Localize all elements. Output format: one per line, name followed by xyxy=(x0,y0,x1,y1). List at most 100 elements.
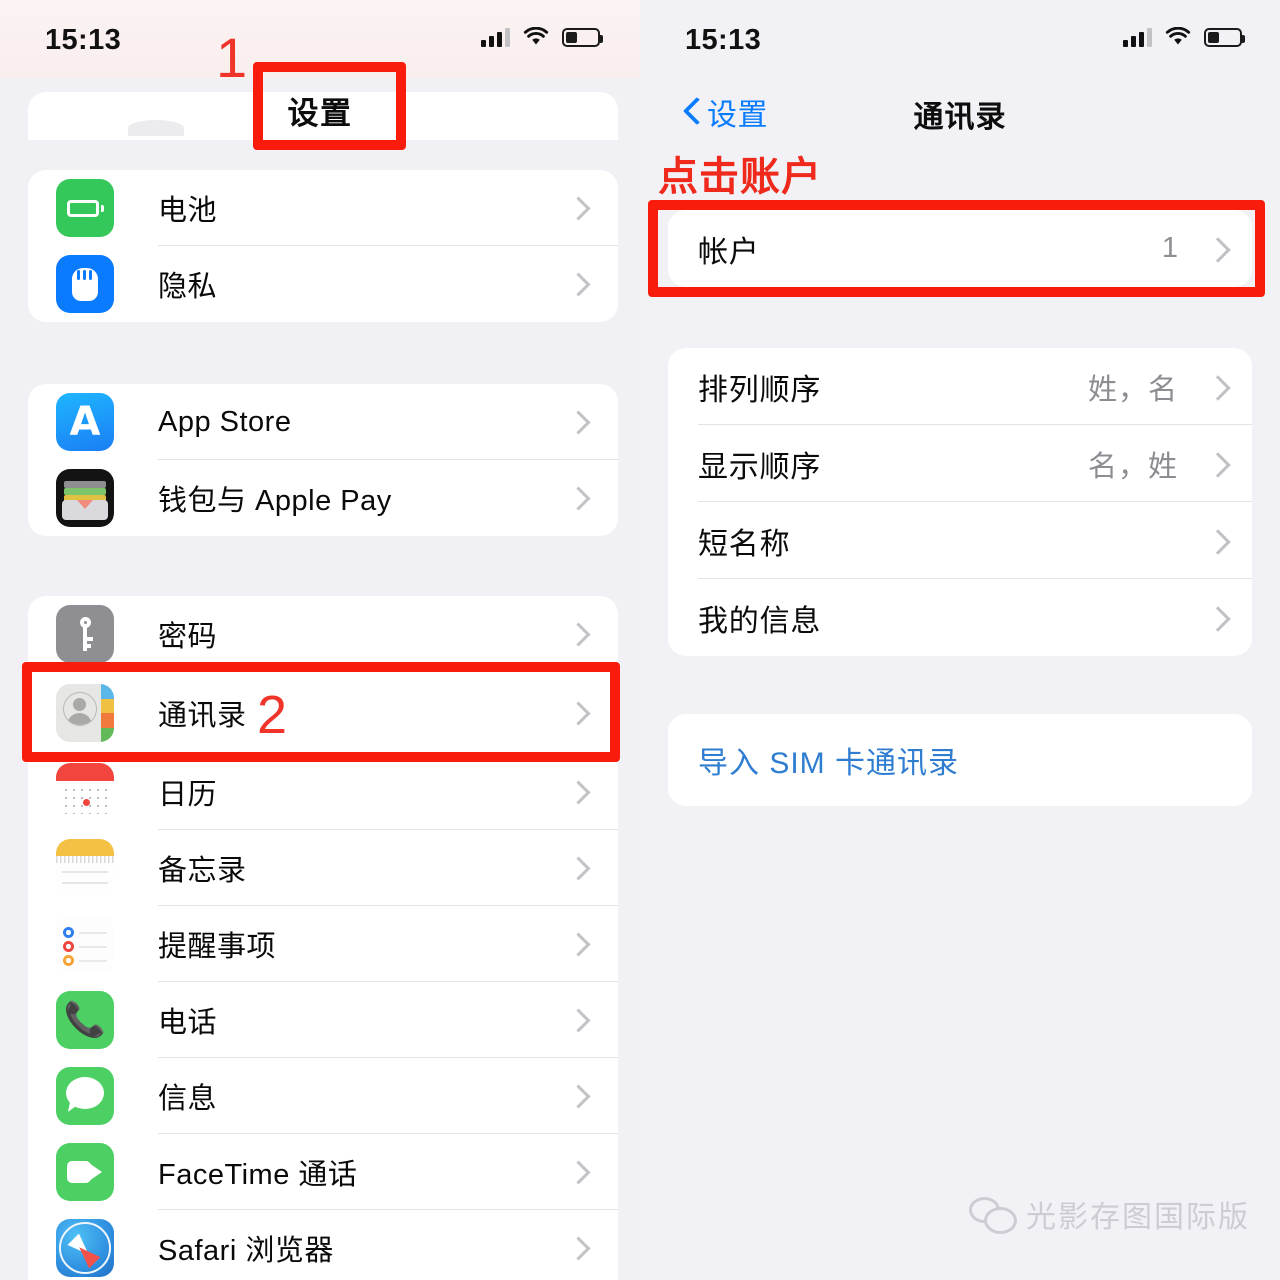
row-label: Safari 浏览器 xyxy=(158,1235,334,1267)
row-label: FaceTime 通话 xyxy=(158,1159,358,1191)
name-order-card: 排列顺序 姓，名 显示顺序 名，姓 短名称 我的信息 xyxy=(668,348,1252,656)
row-label: 钱包与 Apple Pay xyxy=(158,485,392,517)
settings-row-facetime[interactable]: FaceTime 通话 xyxy=(28,1134,618,1210)
contacts-icon xyxy=(56,684,114,742)
settings-row-sort-order[interactable]: 排列顺序 姓，名 xyxy=(668,348,1252,425)
right-phone-panel: 15:13 设置 通讯录 点击账户 帐户 1 排列顺序 姓，名 显示顺序 名，姓… xyxy=(640,0,1280,1280)
watermark: 光影存图国际版 xyxy=(969,1192,1250,1236)
status-clock: 15:13 xyxy=(45,24,122,56)
settings-row-privacy[interactable]: 隐私 xyxy=(28,246,618,322)
chevron-right-icon xyxy=(570,411,584,433)
chevron-right-icon xyxy=(570,1085,584,1107)
chevron-right-icon xyxy=(570,273,584,295)
watermark-text: 光影存图国际版 xyxy=(1026,1201,1250,1234)
calendar-icon xyxy=(56,763,114,821)
facetime-icon xyxy=(56,1143,114,1201)
row-label: 电池 xyxy=(158,195,218,227)
messages-icon xyxy=(56,1067,114,1125)
settings-group-apps: 密码 通讯录 日历 备忘录 提醒事项 📞 电话 信息 FaceTime 通话 S… xyxy=(28,596,618,1280)
chevron-right-icon xyxy=(1209,529,1224,553)
reminders-icon xyxy=(56,915,114,973)
settings-row-app-store[interactable]: A App Store xyxy=(28,384,618,460)
chevron-right-icon xyxy=(570,197,584,219)
chevron-right-icon xyxy=(1209,452,1224,476)
safari-icon xyxy=(56,1219,114,1277)
chevron-right-icon xyxy=(570,487,584,509)
settings-row-contacts[interactable]: 通讯录 xyxy=(28,672,618,754)
row-label: 帐户 xyxy=(698,235,760,269)
accounts-count: 1 xyxy=(1161,232,1178,264)
wifi-icon xyxy=(1165,26,1191,47)
annotation-step-1: 1 xyxy=(216,26,248,89)
privacy-hand-icon xyxy=(56,255,114,313)
right-status-bar: 15:13 xyxy=(640,0,1280,78)
import-sim-contacts-button[interactable]: 导入 SIM 卡通讯录 xyxy=(668,714,1252,806)
chevron-right-icon xyxy=(570,933,584,955)
settings-row-wallet[interactable]: 钱包与 Apple Pay xyxy=(28,460,618,536)
battery-icon xyxy=(1204,27,1245,47)
row-label: 日历 xyxy=(158,779,218,811)
wallet-icon xyxy=(56,469,114,527)
chevron-right-icon xyxy=(570,781,584,803)
import-sim-label: 导入 SIM 卡通讯录 xyxy=(698,747,960,780)
left-status-bar: 15:13 xyxy=(0,0,640,78)
settings-row-short-name[interactable]: 短名称 xyxy=(668,502,1252,579)
cellular-bars-icon xyxy=(1123,27,1152,47)
status-icon-group xyxy=(481,26,603,47)
row-label: 隐私 xyxy=(158,271,218,303)
row-value: 名，姓 xyxy=(1087,450,1178,483)
chevron-right-icon xyxy=(570,857,584,879)
status-clock: 15:13 xyxy=(685,24,762,56)
battery-app-icon xyxy=(56,179,114,237)
app-store-icon: A xyxy=(56,393,114,451)
chevron-right-icon xyxy=(570,1009,584,1031)
import-sim-card: 导入 SIM 卡通讯录 xyxy=(668,714,1252,806)
wechat-bubbles-icon xyxy=(969,1197,1017,1234)
row-label: 密码 xyxy=(158,621,218,653)
passwords-key-icon xyxy=(56,605,114,663)
row-label: 信息 xyxy=(158,1083,218,1115)
nav-bar: 设置 通讯录 xyxy=(640,78,1280,148)
page-title: 通讯录 xyxy=(913,101,1007,134)
annotation-label-click-account: 点击账户 xyxy=(658,155,822,199)
row-label: App Store xyxy=(158,405,292,438)
page-title: 设置 xyxy=(287,96,353,131)
left-phone-panel: 15:13 设置 电池 隐私 A App Store 钱包与 Apple Pay… xyxy=(0,0,640,1280)
chevron-right-icon xyxy=(570,623,584,645)
row-label: 通讯录 xyxy=(158,700,247,732)
settings-row-battery[interactable]: 电池 xyxy=(28,170,618,246)
notes-icon xyxy=(56,839,114,897)
settings-row-phone[interactable]: 📞 电话 xyxy=(28,982,618,1058)
chevron-right-icon xyxy=(1209,375,1224,399)
battery-icon xyxy=(562,27,603,47)
cellular-bars-icon xyxy=(481,27,510,47)
chevron-right-icon xyxy=(1209,237,1224,261)
status-icon-group xyxy=(1123,26,1245,47)
chevron-right-icon xyxy=(1209,606,1224,630)
row-value: 姓，名 xyxy=(1087,373,1178,406)
row-label: 备忘录 xyxy=(158,855,247,887)
chevron-right-icon xyxy=(570,702,584,724)
phone-icon: 📞 xyxy=(56,991,114,1049)
chevron-right-icon xyxy=(570,1161,584,1183)
settings-row-messages[interactable]: 信息 xyxy=(28,1058,618,1134)
row-label: 短名称 xyxy=(698,527,791,561)
settings-group-store: A App Store 钱包与 Apple Pay xyxy=(28,384,618,536)
settings-row-my-info[interactable]: 我的信息 xyxy=(668,579,1252,656)
annotation-step-2: 2 xyxy=(257,685,288,745)
accounts-card: 帐户 1 xyxy=(668,210,1252,287)
settings-row-accounts[interactable]: 帐户 1 xyxy=(668,210,1252,287)
settings-row-passwords[interactable]: 密码 xyxy=(28,596,618,672)
chevron-right-icon xyxy=(570,1237,584,1259)
settings-row-safari[interactable]: Safari 浏览器 xyxy=(28,1210,618,1280)
settings-row-notes[interactable]: 备忘录 xyxy=(28,830,618,906)
row-label: 排列顺序 xyxy=(698,373,822,407)
row-label: 我的信息 xyxy=(698,604,822,638)
row-label: 提醒事项 xyxy=(158,931,277,963)
row-label: 电话 xyxy=(158,1007,218,1039)
settings-row-display-order[interactable]: 显示顺序 名，姓 xyxy=(668,425,1252,502)
settings-row-calendar[interactable]: 日历 xyxy=(28,754,618,830)
tutorial-screenshot: 15:13 设置 电池 隐私 A App Store 钱包与 Apple Pay… xyxy=(0,0,1280,1280)
settings-row-reminders[interactable]: 提醒事项 xyxy=(28,906,618,982)
row-label: 显示顺序 xyxy=(698,450,822,484)
